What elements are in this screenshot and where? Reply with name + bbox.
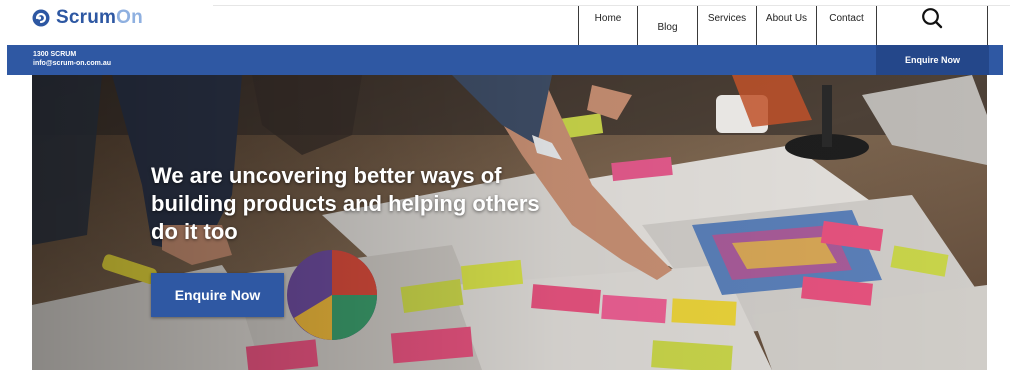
nav-home-label: Home xyxy=(594,12,622,24)
hero-banner: We are uncovering better ways of buildin… xyxy=(32,75,987,370)
brand-name-part1: Scrum xyxy=(56,7,117,28)
brand-name: ScrumOn xyxy=(56,7,143,29)
search-icon xyxy=(921,7,943,32)
main-nav: Home Blog Services About Us Contact xyxy=(578,6,988,45)
nav-about-us[interactable]: About Us xyxy=(756,6,816,45)
contact-bar: 1300 SCRUM info@scrum-on.com.au Enquire … xyxy=(7,45,1003,75)
nav-contact-label: Contact xyxy=(829,12,864,24)
nav-blog-label: Blog xyxy=(657,22,678,33)
hero-title: We are uncovering better ways of buildin… xyxy=(151,163,540,244)
enquire-now-hero-button[interactable]: Enquire Now xyxy=(151,273,284,317)
enquire-now-hero-label: Enquire Now xyxy=(174,287,261,303)
scrumon-logo-icon xyxy=(32,9,50,27)
top-navigation-bar: ScrumOn Home Blog Services About Us Cont… xyxy=(0,0,1010,45)
nav-home[interactable]: Home xyxy=(578,6,637,45)
contact-info: 1300 SCRUM info@scrum-on.com.au xyxy=(33,50,111,68)
search-button[interactable] xyxy=(876,6,988,45)
nav-services[interactable]: Services xyxy=(697,6,756,45)
brand-logo[interactable]: ScrumOn xyxy=(32,6,143,30)
nav-blog[interactable]: Blog xyxy=(637,6,697,45)
nav-contact[interactable]: Contact xyxy=(816,6,876,45)
nav-services-label: Services xyxy=(707,12,747,24)
enquire-now-header-label: Enquire Now xyxy=(904,55,960,65)
enquire-now-header-button[interactable]: Enquire Now xyxy=(876,45,989,75)
brand-name-part2: On xyxy=(116,7,143,28)
email-address[interactable]: info@scrum-on.com.au xyxy=(33,59,111,68)
nav-about-us-label: About Us xyxy=(765,12,808,24)
phone-number[interactable]: 1300 SCRUM xyxy=(33,50,111,59)
